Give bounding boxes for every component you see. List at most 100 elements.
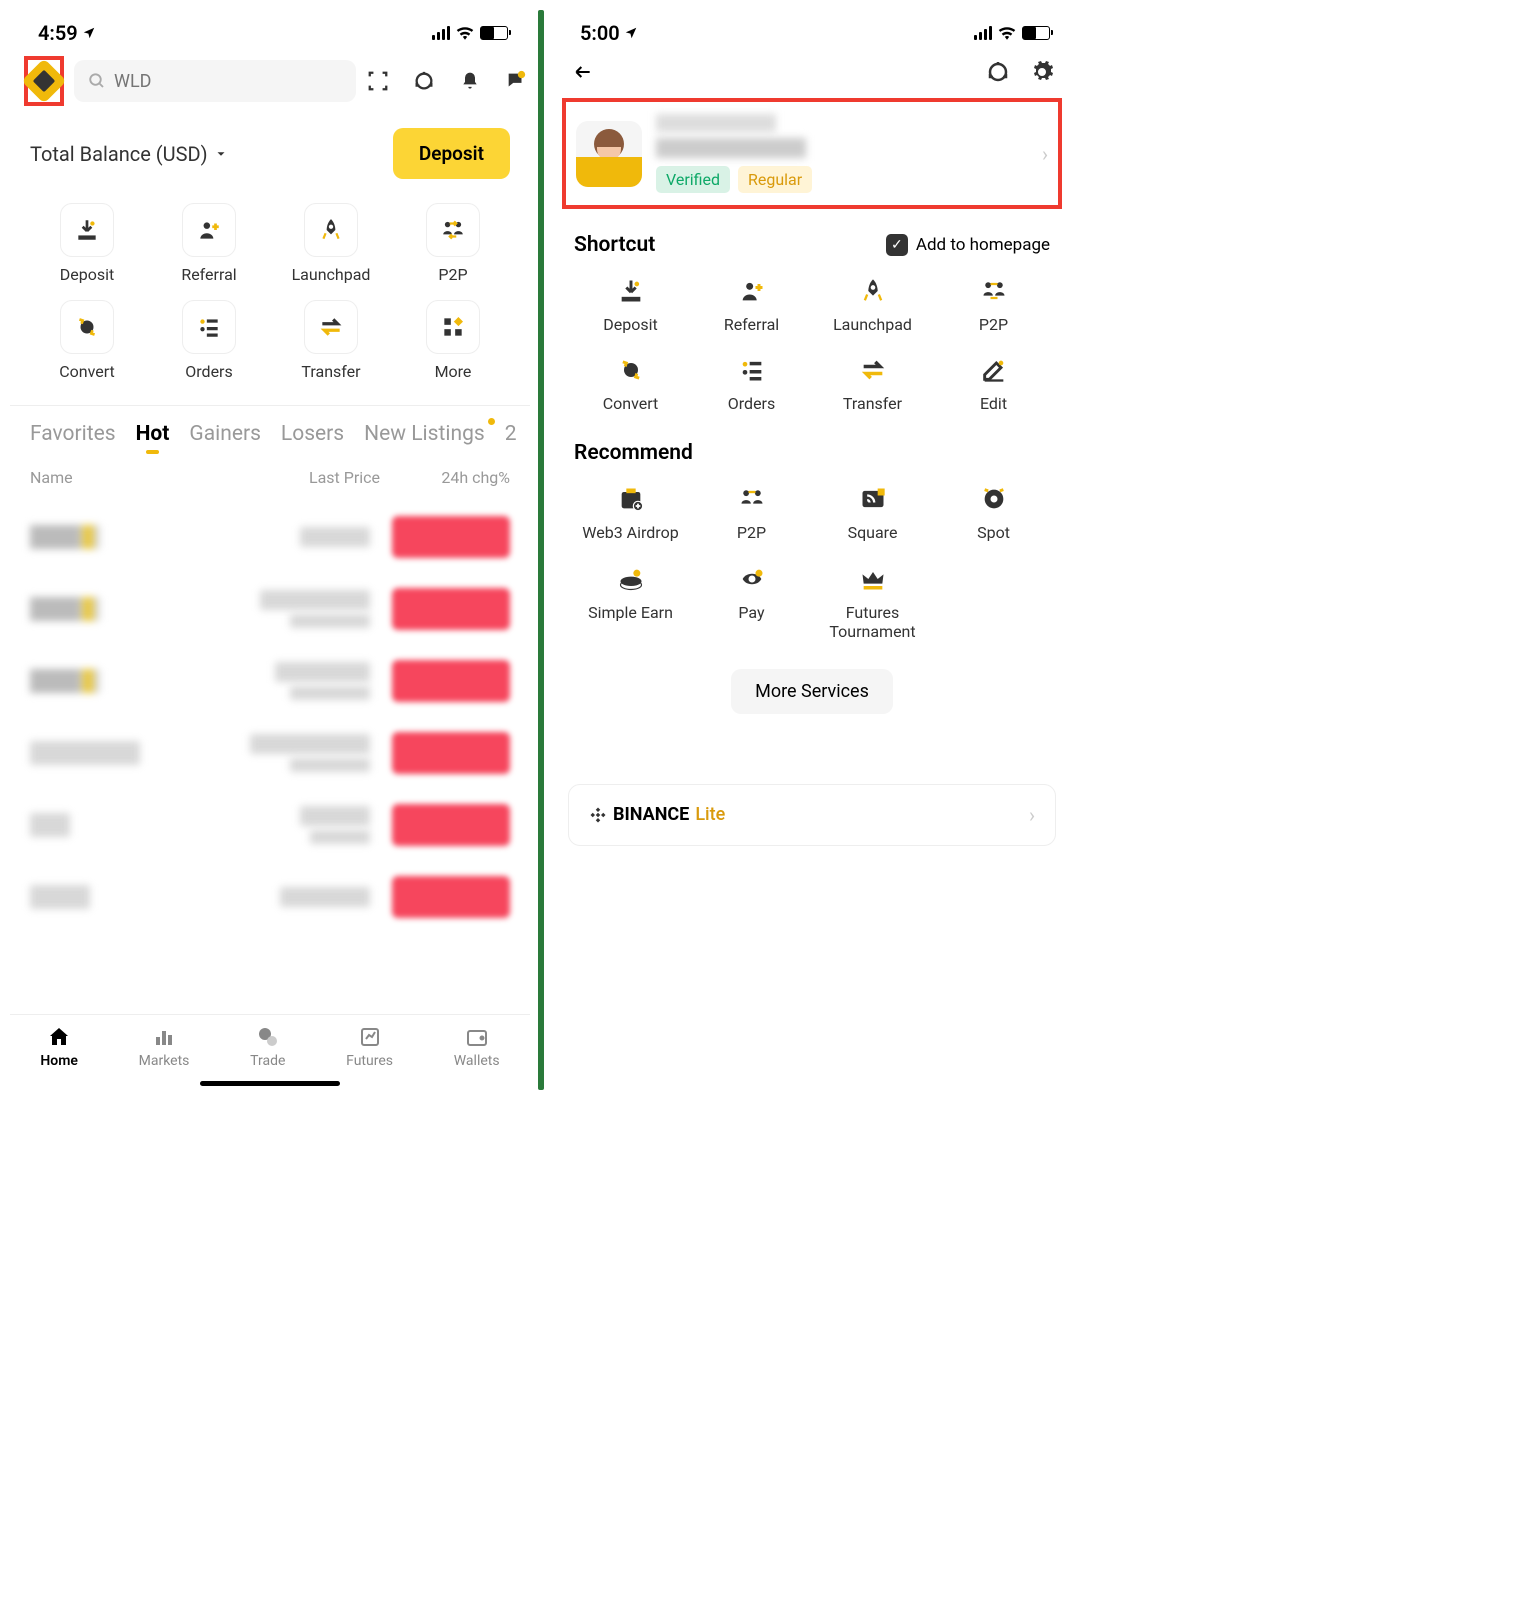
market-row[interactable]: [30, 645, 510, 717]
page-header: [552, 50, 1072, 94]
recommend-web3-airdrop[interactable]: Web3 Airdrop: [574, 485, 687, 542]
shortcut-transfer[interactable]: Transfer: [816, 356, 929, 413]
app-logo-highlighted[interactable]: [24, 56, 64, 106]
profile-card-highlighted[interactable]: Verified Regular ›: [562, 98, 1062, 209]
shortcut-label: More: [435, 362, 472, 381]
deposit-button[interactable]: Deposit: [393, 128, 510, 179]
tab-gainers[interactable]: Gainers: [189, 422, 261, 446]
tab-losers[interactable]: Losers: [281, 422, 344, 446]
shortcut-launchpad[interactable]: Launchpad: [816, 277, 929, 334]
shortcut-label: Pay: [738, 603, 764, 622]
recommend-grid: Web3 Airdrop P2P Square Spot Simple Earn…: [552, 477, 1072, 649]
back-button[interactable]: [570, 62, 596, 82]
shortcut-p2p[interactable]: P2P: [396, 203, 510, 284]
pay-icon: [736, 565, 768, 593]
shortcut-more[interactable]: More: [396, 300, 510, 381]
redacted-name: [656, 114, 776, 132]
shortcut-edit[interactable]: Edit: [937, 356, 1050, 413]
tab-favorites[interactable]: Favorites: [30, 422, 116, 446]
nav-futures[interactable]: Futures: [346, 1025, 393, 1069]
checkbox-checked-icon: ✓: [886, 234, 908, 256]
col-price[interactable]: Last Price: [250, 468, 380, 487]
shortcut-orders[interactable]: Orders: [152, 300, 266, 381]
recommend-futures-tournament[interactable]: Futures Tournament: [816, 565, 929, 641]
market-row[interactable]: [30, 789, 510, 861]
shortcut-deposit[interactable]: Deposit: [30, 203, 144, 284]
chevron-right-icon: ›: [1029, 803, 1035, 827]
shortcut-label: Transfer: [301, 362, 360, 381]
shortcut-label: Orders: [728, 394, 775, 413]
shortcut-label: Launchpad: [292, 265, 371, 284]
market-row[interactable]: [30, 501, 510, 573]
shortcut-label: P2P: [438, 265, 467, 284]
add-to-homepage-toggle[interactable]: ✓ Add to homepage: [886, 234, 1050, 256]
shortcut-label: Spot: [977, 523, 1010, 542]
shortcut-label: Referral: [181, 265, 236, 284]
search-icon: [88, 72, 106, 90]
trade-icon: [256, 1025, 280, 1049]
shortcut-transfer[interactable]: Transfer: [274, 300, 388, 381]
shortcut-launchpad[interactable]: Launchpad: [274, 203, 388, 284]
recommend-pay[interactable]: Pay: [695, 565, 808, 641]
shortcut-referral[interactable]: Referral: [152, 203, 266, 284]
recommend-simple-earn[interactable]: Simple Earn: [574, 565, 687, 641]
support-icon[interactable]: [412, 69, 436, 93]
regular-badge: Regular: [738, 166, 812, 193]
binance-lite-brand: BINANCE Lite: [589, 804, 725, 825]
status-time: 5:00: [580, 21, 638, 45]
crown-icon: [857, 565, 889, 593]
launchpad-icon: [857, 277, 889, 305]
shortcut-referral[interactable]: Referral: [695, 277, 808, 334]
shortcut-label: Referral: [724, 315, 779, 334]
deposit-icon: [615, 277, 647, 305]
shortcut-deposit[interactable]: Deposit: [574, 277, 687, 334]
search-field[interactable]: [114, 71, 342, 92]
tab-new-listings[interactable]: New Listings: [364, 422, 485, 446]
status-time: 4:59: [38, 21, 96, 45]
messages-icon[interactable]: [504, 69, 528, 93]
search-input[interactable]: [74, 60, 356, 102]
bottom-nav: Home Markets Trade Futures Wallets: [10, 1014, 530, 1075]
shortcut-label: Square: [848, 523, 898, 542]
col-name[interactable]: Name: [30, 468, 250, 487]
nav-trade[interactable]: Trade: [250, 1025, 285, 1069]
screen-divider: [538, 10, 544, 1090]
binance-lite-card[interactable]: BINANCE Lite ›: [568, 784, 1056, 846]
balance-label[interactable]: Total Balance (USD): [30, 142, 228, 166]
tab-more[interactable]: 2: [505, 422, 517, 446]
col-chg[interactable]: 24h chg%: [380, 468, 510, 487]
shortcut-label: Edit: [980, 394, 1007, 413]
airdrop-icon: [615, 485, 647, 513]
shortcut-label: Deposit: [603, 315, 657, 334]
nav-wallets[interactable]: Wallets: [454, 1025, 500, 1069]
notifications-icon[interactable]: [458, 69, 482, 93]
settings-icon[interactable]: [1030, 60, 1054, 84]
recommend-square[interactable]: Square: [816, 485, 929, 542]
market-row[interactable]: [30, 717, 510, 789]
arrow-left-icon: [570, 62, 596, 82]
location-icon: [624, 26, 638, 40]
balance-section: Total Balance (USD) Deposit: [10, 112, 530, 195]
shortcut-convert[interactable]: Convert: [30, 300, 144, 381]
recommend-p2p[interactable]: P2P: [695, 485, 808, 542]
chevron-right-icon: ›: [1042, 142, 1048, 166]
nav-home[interactable]: Home: [40, 1025, 78, 1069]
recommend-spot[interactable]: Spot: [937, 485, 1050, 542]
market-row[interactable]: [30, 573, 510, 645]
scan-icon[interactable]: [366, 69, 390, 93]
market-row[interactable]: [30, 861, 510, 933]
support-icon[interactable]: [986, 60, 1010, 84]
referral-icon: [182, 203, 236, 257]
market-table-head: Name Last Price 24h chg%: [10, 454, 530, 501]
transfer-icon: [857, 356, 889, 384]
shortcut-orders[interactable]: Orders: [695, 356, 808, 413]
tab-hot[interactable]: Hot: [136, 422, 170, 446]
nav-markets[interactable]: Markets: [139, 1025, 190, 1069]
shortcut-convert[interactable]: Convert: [574, 356, 687, 413]
redacted-id: [656, 138, 806, 158]
more-services-button[interactable]: More Services: [731, 669, 893, 714]
wallets-icon: [465, 1025, 489, 1049]
shortcut-p2p[interactable]: P2P: [937, 277, 1050, 334]
battery-icon: [480, 26, 508, 40]
shortcut-label: Transfer: [843, 394, 902, 413]
